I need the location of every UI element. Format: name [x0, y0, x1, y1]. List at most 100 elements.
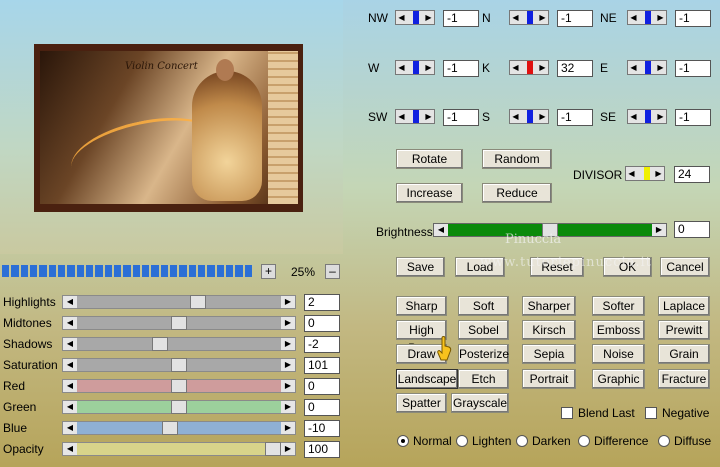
green-slider[interactable]: ◀ ▶: [62, 400, 296, 414]
arrow-left-icon[interactable]: ◀: [628, 110, 639, 123]
arrow-right-icon[interactable]: ▶: [653, 167, 664, 180]
preset-laplace-button[interactable]: Laplace: [658, 296, 710, 316]
blend-last-checkbox[interactable]: [561, 407, 573, 419]
green-value-field[interactable]: 0: [304, 399, 340, 416]
saturation-slider-thumb[interactable]: [171, 358, 187, 372]
spinner-thumb[interactable]: [645, 11, 651, 24]
matrix-cell-s-value[interactable]: -1: [557, 109, 593, 126]
divisor-value-field[interactable]: 24: [674, 166, 710, 183]
arrow-left-icon[interactable]: ◀: [63, 443, 77, 455]
arrow-left-icon[interactable]: ◀: [63, 317, 77, 329]
matrix-cell-k-value[interactable]: 32: [557, 60, 593, 77]
saturation-value-field[interactable]: 101: [304, 357, 340, 374]
matrix-cell-se-spinner[interactable]: ◀ ▶: [627, 109, 667, 124]
arrow-right-icon[interactable]: ▶: [281, 380, 295, 392]
saturation-slider[interactable]: ◀ ▶: [62, 358, 296, 372]
arrow-left-icon[interactable]: ◀: [63, 338, 77, 350]
matrix-cell-ne-value[interactable]: -1: [675, 10, 711, 27]
arrow-right-icon[interactable]: ▶: [281, 317, 295, 329]
blue-slider[interactable]: ◀ ▶: [62, 421, 296, 435]
spinner-thumb[interactable]: [645, 61, 651, 74]
arrow-left-icon[interactable]: ◀: [63, 422, 77, 434]
opacity-slider-thumb[interactable]: [265, 442, 281, 456]
matrix-cell-n-value[interactable]: -1: [557, 10, 593, 27]
preset-noise-button[interactable]: Noise: [592, 344, 645, 364]
arrow-right-icon[interactable]: ▶: [281, 422, 295, 434]
arrow-right-icon[interactable]: ▶: [423, 110, 434, 123]
arrow-left-icon[interactable]: ◀: [63, 401, 77, 413]
preset-portrait-button[interactable]: Portrait: [522, 369, 576, 389]
preset-soft-button[interactable]: Soft: [458, 296, 509, 316]
preset-prewitt-button[interactable]: Prewitt: [658, 320, 710, 340]
arrow-left-icon[interactable]: ◀: [434, 224, 448, 236]
spinner-thumb[interactable]: [413, 110, 419, 123]
spinner-thumb[interactable]: [527, 110, 533, 123]
arrow-right-icon[interactable]: ▶: [281, 401, 295, 413]
matrix-cell-n-spinner[interactable]: ◀ ▶: [509, 10, 549, 25]
blend-normal-radio[interactable]: [397, 435, 409, 447]
matrix-cell-s-spinner[interactable]: ◀ ▶: [509, 109, 549, 124]
arrow-left-icon[interactable]: ◀: [510, 110, 521, 123]
arrow-right-icon[interactable]: ▶: [281, 443, 295, 455]
matrix-cell-e-value[interactable]: -1: [675, 60, 711, 77]
red-slider-thumb[interactable]: [171, 379, 187, 393]
midtones-value-field[interactable]: 0: [304, 315, 340, 332]
arrow-right-icon[interactable]: ▶: [652, 224, 666, 236]
blend-diffuse-radio[interactable]: [658, 435, 670, 447]
blend-lighten-radio[interactable]: [456, 435, 468, 447]
spinner-thumb[interactable]: [413, 11, 419, 24]
arrow-right-icon[interactable]: ▶: [537, 11, 548, 24]
blue-value-field[interactable]: -10: [304, 420, 340, 437]
negative-checkbox[interactable]: [645, 407, 657, 419]
preset-softer-button[interactable]: Softer: [592, 296, 645, 316]
rotate-button[interactable]: Rotate: [396, 149, 463, 169]
matrix-cell-sw-spinner[interactable]: ◀ ▶: [395, 109, 435, 124]
arrow-right-icon[interactable]: ▶: [655, 110, 666, 123]
arrow-left-icon[interactable]: ◀: [396, 110, 407, 123]
matrix-cell-sw-value[interactable]: -1: [443, 109, 479, 126]
matrix-cell-nw-spinner[interactable]: ◀ ▶: [395, 10, 435, 25]
blend-darken-radio[interactable]: [516, 435, 528, 447]
spinner-thumb[interactable]: [645, 110, 651, 123]
arrow-left-icon[interactable]: ◀: [63, 380, 77, 392]
highlights-value-field[interactable]: 2: [304, 294, 340, 311]
matrix-cell-e-spinner[interactable]: ◀ ▶: [627, 60, 667, 75]
arrow-left-icon[interactable]: ◀: [628, 61, 639, 74]
preset-sobel-button[interactable]: Sobel: [458, 320, 509, 340]
green-slider-thumb[interactable]: [171, 400, 187, 414]
opacity-value-field[interactable]: 100: [304, 441, 340, 458]
highlights-slider-thumb[interactable]: [189, 295, 206, 309]
arrow-right-icon[interactable]: ▶: [281, 359, 295, 371]
blue-slider-thumb[interactable]: [161, 421, 178, 435]
blend-difference-radio[interactable]: [578, 435, 590, 447]
zoom-in-button[interactable]: +: [261, 264, 276, 279]
preset-etch-button[interactable]: Etch: [458, 369, 509, 389]
spinner-thumb[interactable]: [527, 11, 533, 24]
highlights-slider[interactable]: ◀ ▶: [62, 295, 296, 309]
preset-emboss-button[interactable]: Emboss: [592, 320, 645, 340]
matrix-cell-ne-spinner[interactable]: ◀ ▶: [627, 10, 667, 25]
arrow-left-icon[interactable]: ◀: [628, 11, 639, 24]
arrow-right-icon[interactable]: ▶: [281, 296, 295, 308]
random-button[interactable]: Random: [482, 149, 552, 169]
opacity-slider[interactable]: ◀ ▶: [62, 442, 296, 456]
arrow-right-icon[interactable]: ▶: [655, 61, 666, 74]
preset-sepia-button[interactable]: Sepia: [522, 344, 576, 364]
arrow-left-icon[interactable]: ◀: [626, 167, 637, 180]
shadows-value-field[interactable]: -2: [304, 336, 340, 353]
matrix-cell-nw-value[interactable]: -1: [443, 10, 479, 27]
preset-landscape-button[interactable]: Landscape: [396, 369, 458, 389]
preset-kirsch-button[interactable]: Kirsch: [522, 320, 576, 340]
arrow-right-icon[interactable]: ▶: [423, 61, 434, 74]
brightness-value-field[interactable]: 0: [674, 221, 710, 238]
zoom-track[interactable]: [2, 265, 252, 277]
matrix-cell-w-spinner[interactable]: ◀ ▶: [395, 60, 435, 75]
matrix-cell-k-spinner[interactable]: ◀ ▶: [509, 60, 549, 75]
preset-sharp-button[interactable]: Sharp: [396, 296, 447, 316]
increase-button[interactable]: Increase: [396, 183, 463, 203]
save-button[interactable]: Save: [396, 257, 445, 277]
spinner-thumb[interactable]: [527, 61, 533, 74]
arrow-left-icon[interactable]: ◀: [510, 11, 521, 24]
preset-spatter-button[interactable]: Spatter: [396, 393, 447, 413]
arrow-left-icon[interactable]: ◀: [510, 61, 521, 74]
